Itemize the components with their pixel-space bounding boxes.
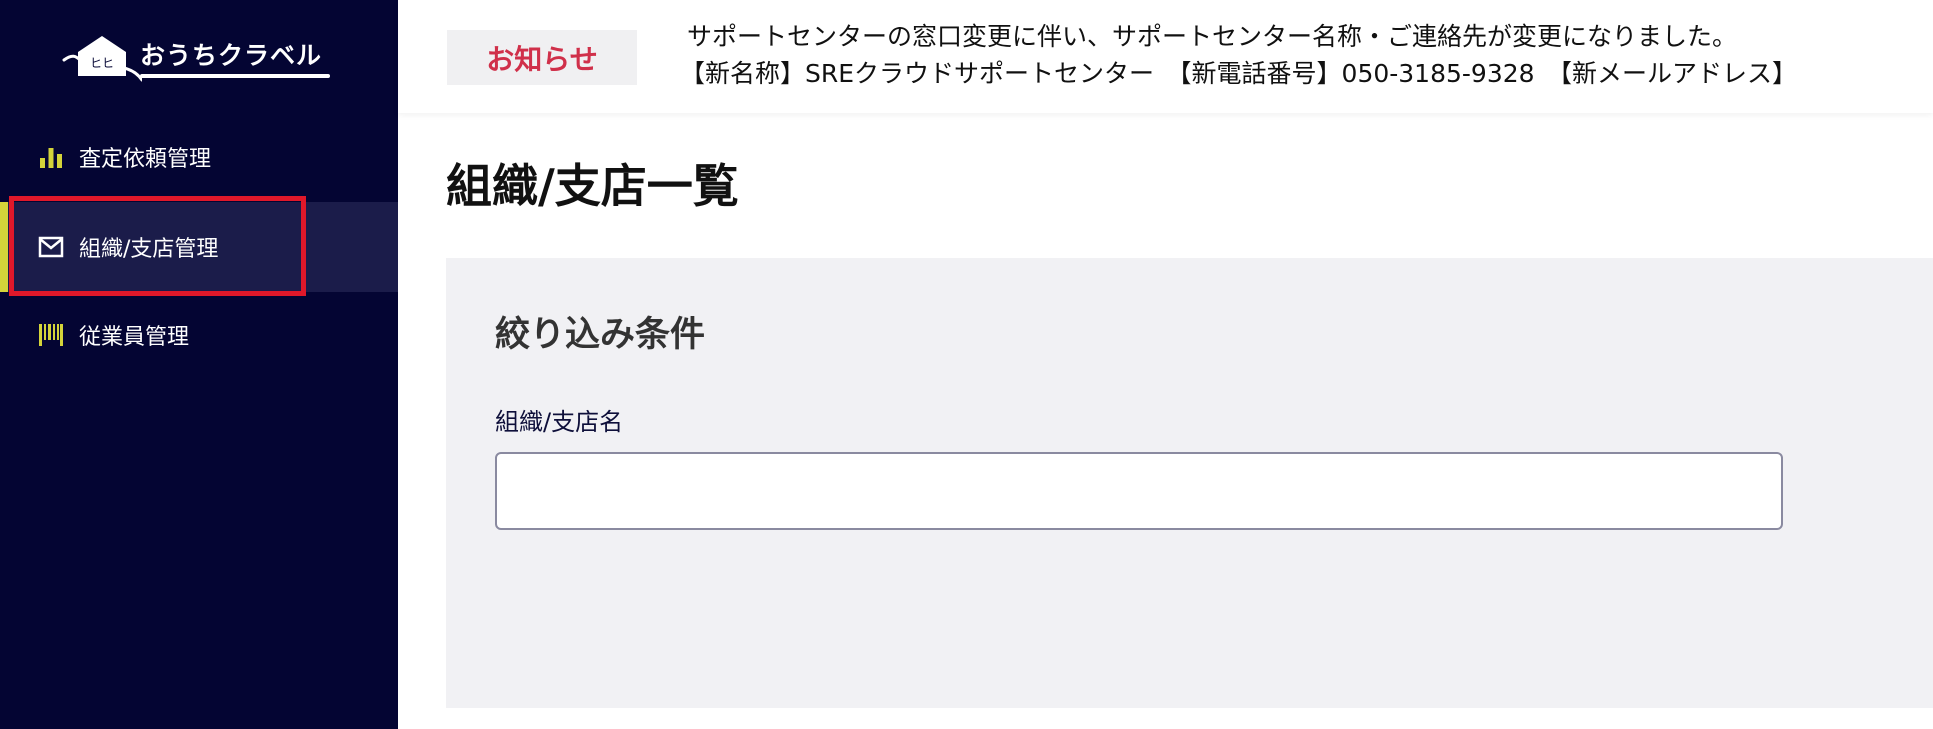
active-indicator xyxy=(0,202,8,292)
logo-text: おうちクラベル xyxy=(140,41,323,70)
bar-chart-icon xyxy=(38,144,64,170)
sidebar-item-employees[interactable]: 従業員管理 xyxy=(0,290,398,380)
logo-underline xyxy=(140,74,330,78)
barcode-icon xyxy=(38,322,64,348)
mail-icon xyxy=(38,234,64,260)
org-name-input[interactable] xyxy=(495,452,1783,530)
sidebar-item-label: 査定依頼管理 xyxy=(79,147,212,172)
sidebar-item-label: 組織/支店管理 xyxy=(79,237,219,262)
sidebar-item-appraisal-requests[interactable]: 査定依頼管理 xyxy=(0,112,398,202)
notice-line-2: 【新名称】SREクラウドサポートセンター 【新電話番号】050-3185-932… xyxy=(680,59,1798,88)
org-name-label: 組織/支店名 xyxy=(495,408,624,436)
logo-wordmark: おうちクラベル xyxy=(140,28,334,88)
app-root: ヒヒ おうちクラベル 査定依頼管理 組織/支店管理 従業員管理 お知らせ サポー… xyxy=(0,0,1933,729)
filter-title: 絞り込み条件 xyxy=(495,315,706,355)
mascot-face-text: ヒヒ xyxy=(90,56,114,70)
house-mascot-icon: ヒヒ xyxy=(62,30,144,86)
filter-panel: 絞り込み条件 組織/支店名 xyxy=(446,258,1933,708)
sidebar-item-label: 従業員管理 xyxy=(79,325,190,350)
notice-line-1: サポートセンターの窓口変更に伴い、サポートセンター名称・ご連絡先が変更になりまし… xyxy=(687,22,1738,51)
notice-message: サポートセンターの窓口変更に伴い、サポートセンター名称・ご連絡先が変更になりまし… xyxy=(680,18,1797,92)
notice-badge: お知らせ xyxy=(447,30,637,85)
notice-bar: お知らせ サポートセンターの窓口変更に伴い、サポートセンター名称・ご連絡先が変更… xyxy=(398,0,1933,113)
page-title: 組織/支店一覧 xyxy=(446,159,739,213)
sidebar-item-organizations[interactable]: 組織/支店管理 xyxy=(0,202,398,292)
brand-logo[interactable]: ヒヒ おうちクラベル xyxy=(62,28,334,88)
sidebar: ヒヒ おうちクラベル 査定依頼管理 組織/支店管理 従業員管理 xyxy=(0,0,398,729)
